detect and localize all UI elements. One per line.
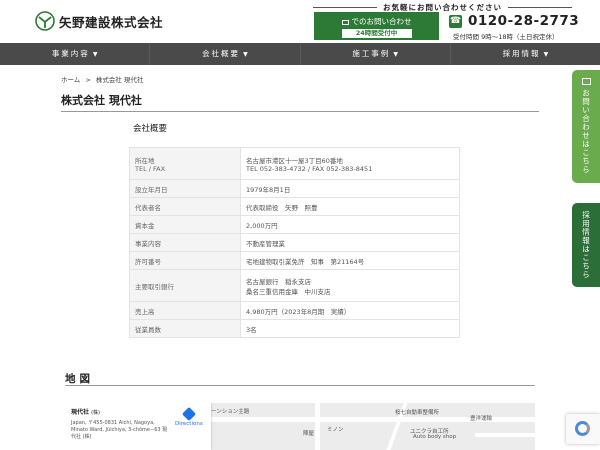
row-header: 従業員数 <box>129 319 241 338</box>
section-label: 会社概要 <box>133 124 168 134</box>
chevron-down-icon: ▼ <box>543 51 549 58</box>
directions-icon <box>181 406 196 422</box>
nav-item-recruit[interactable]: 採用情報 ▼ <box>451 43 600 65</box>
phone-icon: ☎ <box>449 14 462 28</box>
map-road <box>475 433 535 437</box>
google-map[interactable]: ーンション主題 桜七自動車整備所 ユニクラ自工所 Auto body shop … <box>65 403 535 450</box>
row-value: 4,980万円（2023年8月期 実績） <box>240 301 460 320</box>
business-hours: 受付時間 9時〜18時（土日祝定休） <box>453 33 559 41</box>
recaptcha-icon <box>575 421 590 436</box>
breadcrumb-current: 株式会社 現代社 <box>95 76 144 84</box>
phone-number: 0120-28-2773 <box>468 13 580 29</box>
map-divider <box>65 385 535 386</box>
map-label: 豊洋運輸 <box>470 416 493 422</box>
map-place-card: 現代社 (株) Japan, 〒455-0831 Aichi, Nagoya, … <box>65 403 211 450</box>
chevron-down-icon: ▼ <box>243 51 248 58</box>
company-name: 矢野建設株式会社 <box>59 14 164 30</box>
map-label: ミノン <box>327 427 344 433</box>
table-row: 売上高 4,980万円（2023年8月期 実績） <box>129 301 460 320</box>
page-title: 株式会社 現代社 <box>61 92 539 112</box>
main-nav: 事業内容 ▼ 会社概要 ▼ 施工事例 ▼ 採用情報 ▼ <box>0 43 600 65</box>
table-row: 設立年月日 1979年8月1日 <box>129 179 460 198</box>
table-row: 主要取引銀行 名古屋銀行 稲永支店 桑名三重信用金庫 中川支店 <box>129 269 460 302</box>
phone-link[interactable]: ☎ 0120-28-2773 <box>449 13 579 29</box>
breadcrumb-home[interactable]: ホーム <box>61 76 80 84</box>
row-header: 設立年月日 <box>129 179 241 198</box>
table-row: 所在地 TEL / FAX 名古屋市港区十一屋3丁目60番地 TEL 052-383… <box>129 147 460 180</box>
row-value: 名古屋市港区十一屋3丁目60番地 TEL 052-383-4732 / FAX 0… <box>240 147 460 180</box>
row-value: 3名 <box>240 319 460 338</box>
nav-item-works[interactable]: 施工事例 ▼ <box>301 43 451 65</box>
mail-icon <box>581 78 591 85</box>
row-header: 事業内容 <box>129 233 241 252</box>
side-tab-recruit-label: 採用情報はこちら <box>581 211 591 279</box>
chevron-down-icon: ▼ <box>92 51 98 58</box>
row-header: 代表者名 <box>129 197 241 216</box>
row-value: 1979年8月1日 <box>240 179 460 198</box>
row-header: 売上高 <box>129 301 241 320</box>
map-label: ーンション主題 <box>211 409 250 415</box>
table-row: 従業員数 3名 <box>129 319 460 338</box>
site-header: 矢野建設株式会社 お気軽にお問い合わせください でのお問い合わせ 24時間受付中… <box>0 0 600 43</box>
site-logo[interactable]: 矢野建設株式会社 <box>35 11 163 31</box>
company-info-table: 所在地 TEL / FAX 名古屋市港区十一屋3丁目60番地 TEL 052-383… <box>129 147 460 338</box>
row-header: 許可番号 <box>129 251 241 270</box>
table-row: 事業内容 不動産管理業 <box>129 233 460 252</box>
map-section-title: 地図 <box>65 373 94 385</box>
row-value: 代表取締役 矢野 照豊 <box>240 197 460 216</box>
mail-button-sub: 24時間受付中 <box>341 29 412 38</box>
side-tab-recruit[interactable]: 採用情報はこちら <box>572 203 600 287</box>
table-row: 資本金 2,000万円 <box>129 215 460 234</box>
map-label: Auto body shop <box>413 434 457 440</box>
mail-icon <box>341 19 349 25</box>
row-value: 名古屋銀行 稲永支店 桑名三重信用金庫 中川支店 <box>240 269 460 302</box>
nav-item-company[interactable]: 会社概要 ▼ <box>150 43 301 65</box>
mail-contact-button[interactable]: でのお問い合わせ 24時間受付中 <box>314 12 439 40</box>
row-header: 所在地 TEL / FAX <box>129 147 241 180</box>
nav-item-business[interactable]: 事業内容 ▼ <box>0 43 151 65</box>
breadcrumb-separator: > <box>85 76 91 84</box>
row-value: 宅地建物取引業免許 知事 第21164号 <box>240 251 460 270</box>
mail-button-label: でのお問い合わせ <box>351 17 412 26</box>
map-place-address: Japan, 〒455-0831 Aichi, Nagoya, Minato W… <box>71 420 168 440</box>
row-value: 不動産管理業 <box>240 233 460 252</box>
row-value: 2,000万円 <box>240 215 460 234</box>
side-tab-contact[interactable]: お問い合わせはこちら <box>572 70 600 183</box>
row-header: 主要取引銀行 <box>129 269 241 302</box>
row-header: 資本金 <box>129 215 241 234</box>
recaptcha-badge[interactable] <box>566 414 600 444</box>
company-logo-icon <box>35 11 55 31</box>
table-row: 代表者名 代表取締役 矢野 照豊 <box>129 197 460 216</box>
map-label: 桜七自動車整備所 <box>395 410 440 416</box>
side-tab-contact-label: お問い合わせはこちら <box>581 89 591 174</box>
map-road <box>315 403 320 450</box>
map-directions-button[interactable]: Directions <box>175 406 203 427</box>
map-label: 陣屋 <box>303 431 315 437</box>
breadcrumb: ホーム > 株式会社 現代社 <box>61 74 147 84</box>
table-row: 許可番号 宅地建物取引業免許 知事 第21164号 <box>129 251 460 270</box>
chevron-down-icon: ▼ <box>393 51 398 58</box>
